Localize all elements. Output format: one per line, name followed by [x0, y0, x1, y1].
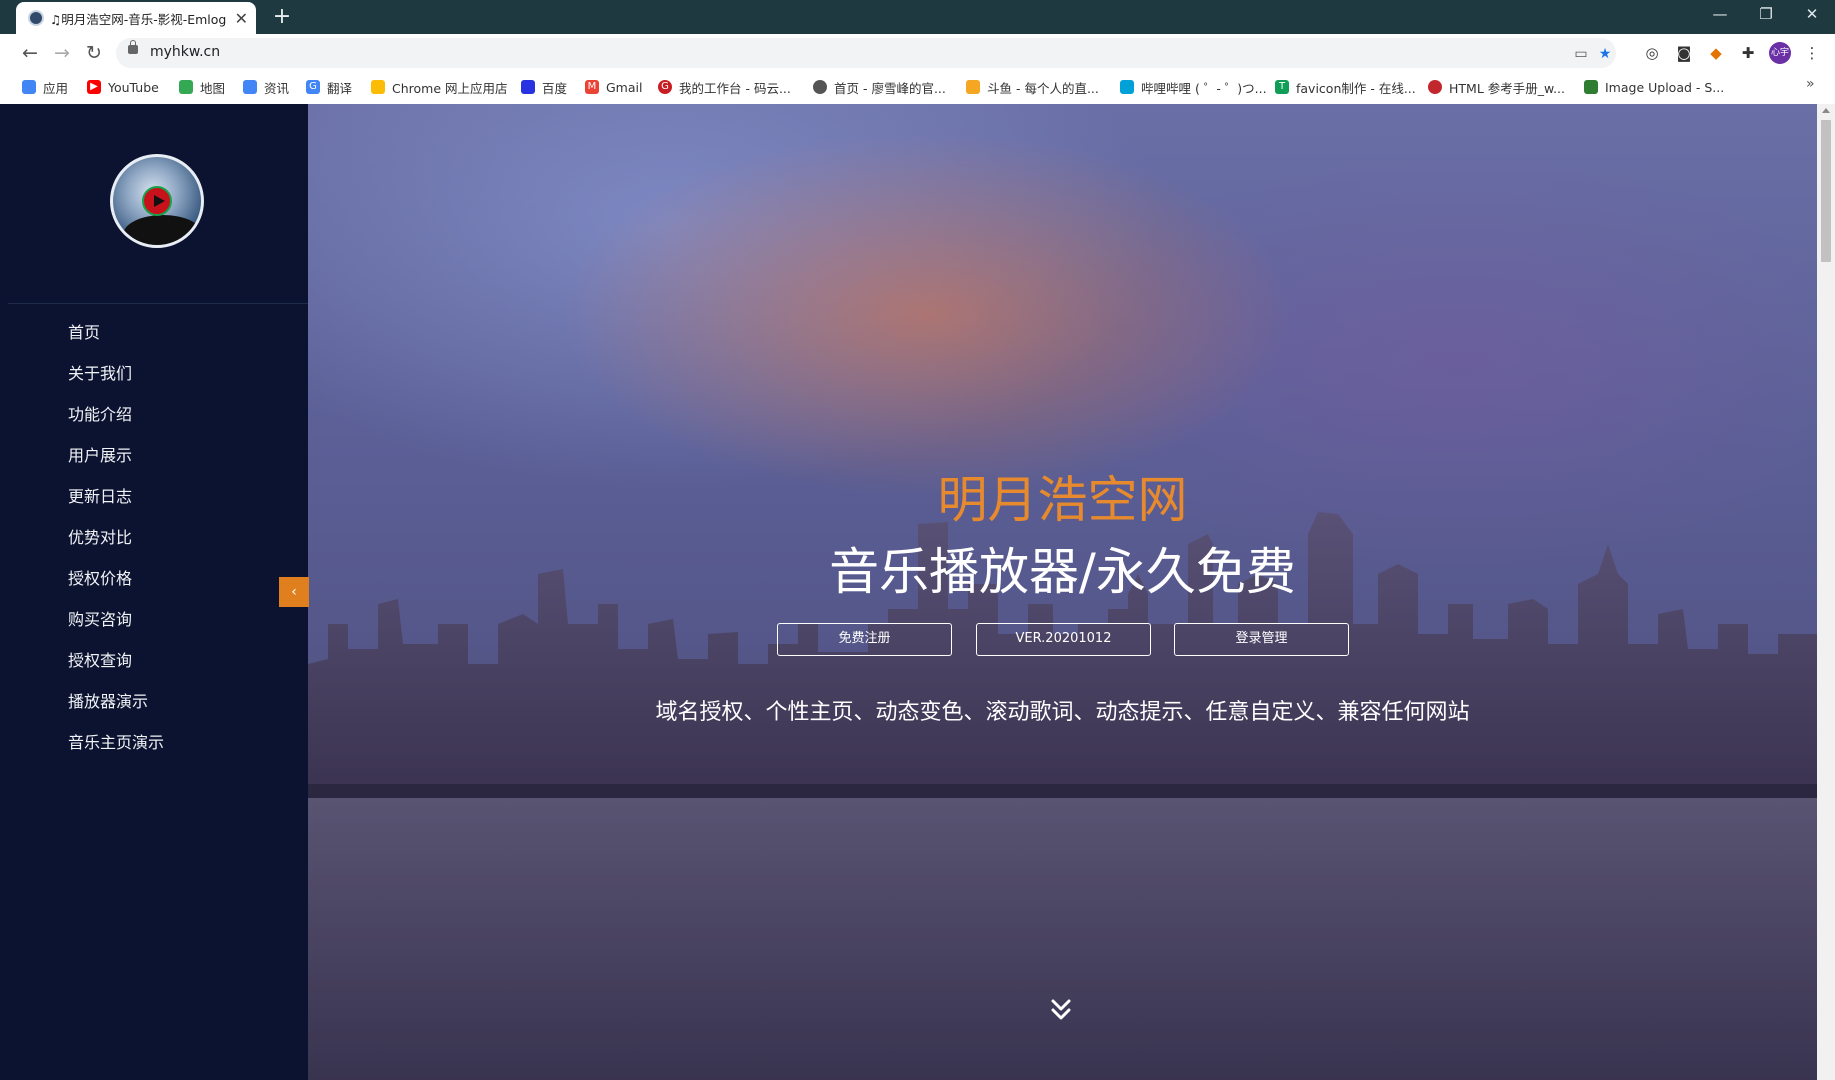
play-icon — [142, 186, 172, 216]
cast-icon[interactable]: ▭ — [1571, 44, 1591, 64]
douyu-icon — [966, 80, 980, 94]
menu-item-pricing[interactable]: 授权价格 — [68, 558, 164, 599]
baidu-icon — [521, 80, 535, 94]
bookmark-webstore[interactable]: Chrome 网上应用店 — [371, 77, 508, 97]
scrollbar-thumb[interactable] — [1821, 120, 1831, 262]
webstore-icon — [371, 80, 385, 94]
extensions-puzzle-icon[interactable]: ✚ — [1737, 42, 1759, 64]
sidebar-collapse-button[interactable]: ‹ — [279, 577, 309, 607]
wolf-silhouette-icon — [123, 215, 201, 245]
maps-icon — [179, 80, 193, 94]
bookmarks-overflow-icon[interactable]: » — [1806, 76, 1815, 92]
register-button[interactable]: 免费注册 — [777, 623, 952, 656]
new-tab-button[interactable]: + — [269, 4, 295, 30]
translate-icon: G — [306, 80, 320, 94]
restore-icon[interactable]: ❐ — [1743, 0, 1789, 30]
window-close-icon[interactable]: ✕ — [1789, 0, 1835, 30]
menu-item-home[interactable]: 首页 — [68, 312, 164, 353]
feature-list-text: 域名授权、个性主页、动态变色、滚动歌词、动态提示、任意自定义、兼容任何网站 — [655, 700, 1470, 725]
menu-item-users[interactable]: 用户展示 — [68, 435, 164, 476]
bookmarks-bar: 应用 ▶ YouTube 地图 资讯 G 翻译 Chrome 网上应用店 百度 … — [0, 72, 1835, 102]
sidebar-menu: 首页 关于我们 功能介绍 用户展示 更新日志 优势对比 授权价格 购买咨询 授权… — [68, 312, 164, 763]
menu-item-player-demo[interactable]: 播放器演示 — [68, 681, 164, 722]
scroll-up-icon[interactable] — [1822, 108, 1830, 113]
bilibili-icon — [1120, 80, 1134, 94]
bookmark-translate[interactable]: G 翻译 — [306, 77, 352, 97]
menu-item-features[interactable]: 功能介绍 — [68, 394, 164, 435]
extension-1-icon[interactable]: ◎ — [1641, 42, 1663, 64]
hero-subtitle: 音乐播放器/永久免费 — [829, 543, 1296, 601]
hero-section: 明月浩空网 音乐播放器/永久免费 免费注册 VER.20201012 登录管理 … — [308, 104, 1817, 1080]
extension-2-icon[interactable]: ◙ — [1673, 42, 1695, 64]
favicon-icon: T — [1275, 80, 1289, 94]
bookmark-apps[interactable]: 应用 — [22, 77, 68, 97]
bookmark-w3school[interactable]: HTML 参考手册_w... — [1428, 77, 1565, 97]
page-scrollbar[interactable] — [1817, 104, 1835, 1080]
bookmark-youtube[interactable]: ▶ YouTube — [87, 77, 159, 97]
w3school-icon — [1428, 80, 1442, 94]
login-admin-button[interactable]: 登录管理 — [1174, 623, 1349, 656]
menu-item-changelog[interactable]: 更新日志 — [68, 476, 164, 517]
minimize-icon[interactable]: — — [1697, 0, 1743, 30]
bookmark-gmail[interactable]: M Gmail — [585, 77, 642, 97]
gitee-icon: G — [658, 80, 672, 94]
scroll-down-chevron-icon[interactable] — [1049, 997, 1073, 1023]
address-bar[interactable]: myhkw.cn ▭ ★ — [116, 38, 1616, 68]
lock-icon — [128, 40, 138, 54]
bookmark-favicon[interactable]: T favicon制作 - 在线... — [1275, 77, 1416, 97]
menu-item-purchase[interactable]: 购买咨询 — [68, 599, 164, 640]
page-viewport: 首页 关于我们 功能介绍 用户展示 更新日志 优势对比 授权价格 购买咨询 授权… — [8, 104, 1835, 1080]
hero-title: 明月浩空网 — [937, 471, 1188, 529]
bookmark-liaoxuefeng[interactable]: 首页 - 廖雪峰的官... — [813, 77, 946, 97]
sidebar: 首页 关于我们 功能介绍 用户展示 更新日志 优势对比 授权价格 购买咨询 授权… — [8, 104, 308, 1080]
extension-3-icon[interactable]: ◆ — [1705, 42, 1727, 64]
news-icon — [243, 80, 257, 94]
gmail-icon: M — [585, 80, 599, 94]
url-text[interactable]: myhkw.cn — [150, 44, 220, 60]
site-favicon-icon — [28, 10, 44, 26]
menu-item-comparison[interactable]: 优势对比 — [68, 517, 164, 558]
bookmark-douyu[interactable]: 斗鱼 - 每个人的直... — [966, 77, 1099, 97]
tab-title: ♫明月浩空网-音乐-影视-Emlog — [50, 11, 227, 27]
bookmark-bilibili[interactable]: 哔哩哔哩 ( ゜- ゜)つ... — [1120, 77, 1267, 97]
menu-item-about[interactable]: 关于我们 — [68, 353, 164, 394]
browser-toolbar: ← → ↻ myhkw.cn ▭ ★ ◎ ◙ ◆ ✚ 心宇 ⋮ 应用 ▶ You… — [0, 34, 1835, 104]
bar-chart-icon — [1584, 80, 1598, 94]
menu-item-license-lookup[interactable]: 授权查询 — [68, 640, 164, 681]
browser-tab-strip: ♫明月浩空网-音乐-影视-Emlog ✕ + — ❐ ✕ — [0, 0, 1835, 34]
bookmark-news[interactable]: 资讯 — [243, 77, 289, 97]
version-button[interactable]: VER.20201012 — [976, 623, 1151, 656]
bookmark-maps[interactable]: 地图 — [179, 77, 225, 97]
apps-grid-icon — [22, 80, 36, 94]
tab-close-icon[interactable]: ✕ — [235, 9, 248, 28]
bookmark-gitee[interactable]: G 我的工作台 - 码云... — [658, 77, 791, 97]
bookmark-star-icon[interactable]: ★ — [1595, 44, 1615, 64]
bookmark-image-upload[interactable]: Image Upload - S... — [1584, 77, 1724, 97]
forward-arrow-icon[interactable]: → — [48, 39, 76, 67]
browser-tab-active[interactable]: ♫明月浩空网-音乐-影视-Emlog ✕ — [16, 2, 256, 34]
browser-menu-icon[interactable]: ⋮ — [1801, 42, 1823, 64]
globe-icon — [813, 80, 827, 94]
bookmark-baidu[interactable]: 百度 — [521, 77, 567, 97]
sidebar-divider — [8, 303, 308, 304]
menu-item-music-home-demo[interactable]: 音乐主页演示 — [68, 722, 164, 763]
profile-avatar[interactable]: 心宇 — [1769, 42, 1791, 64]
back-arrow-icon[interactable]: ← — [16, 39, 44, 67]
site-logo[interactable] — [110, 154, 204, 248]
youtube-icon: ▶ — [87, 80, 101, 94]
reload-icon[interactable]: ↻ — [80, 39, 108, 67]
